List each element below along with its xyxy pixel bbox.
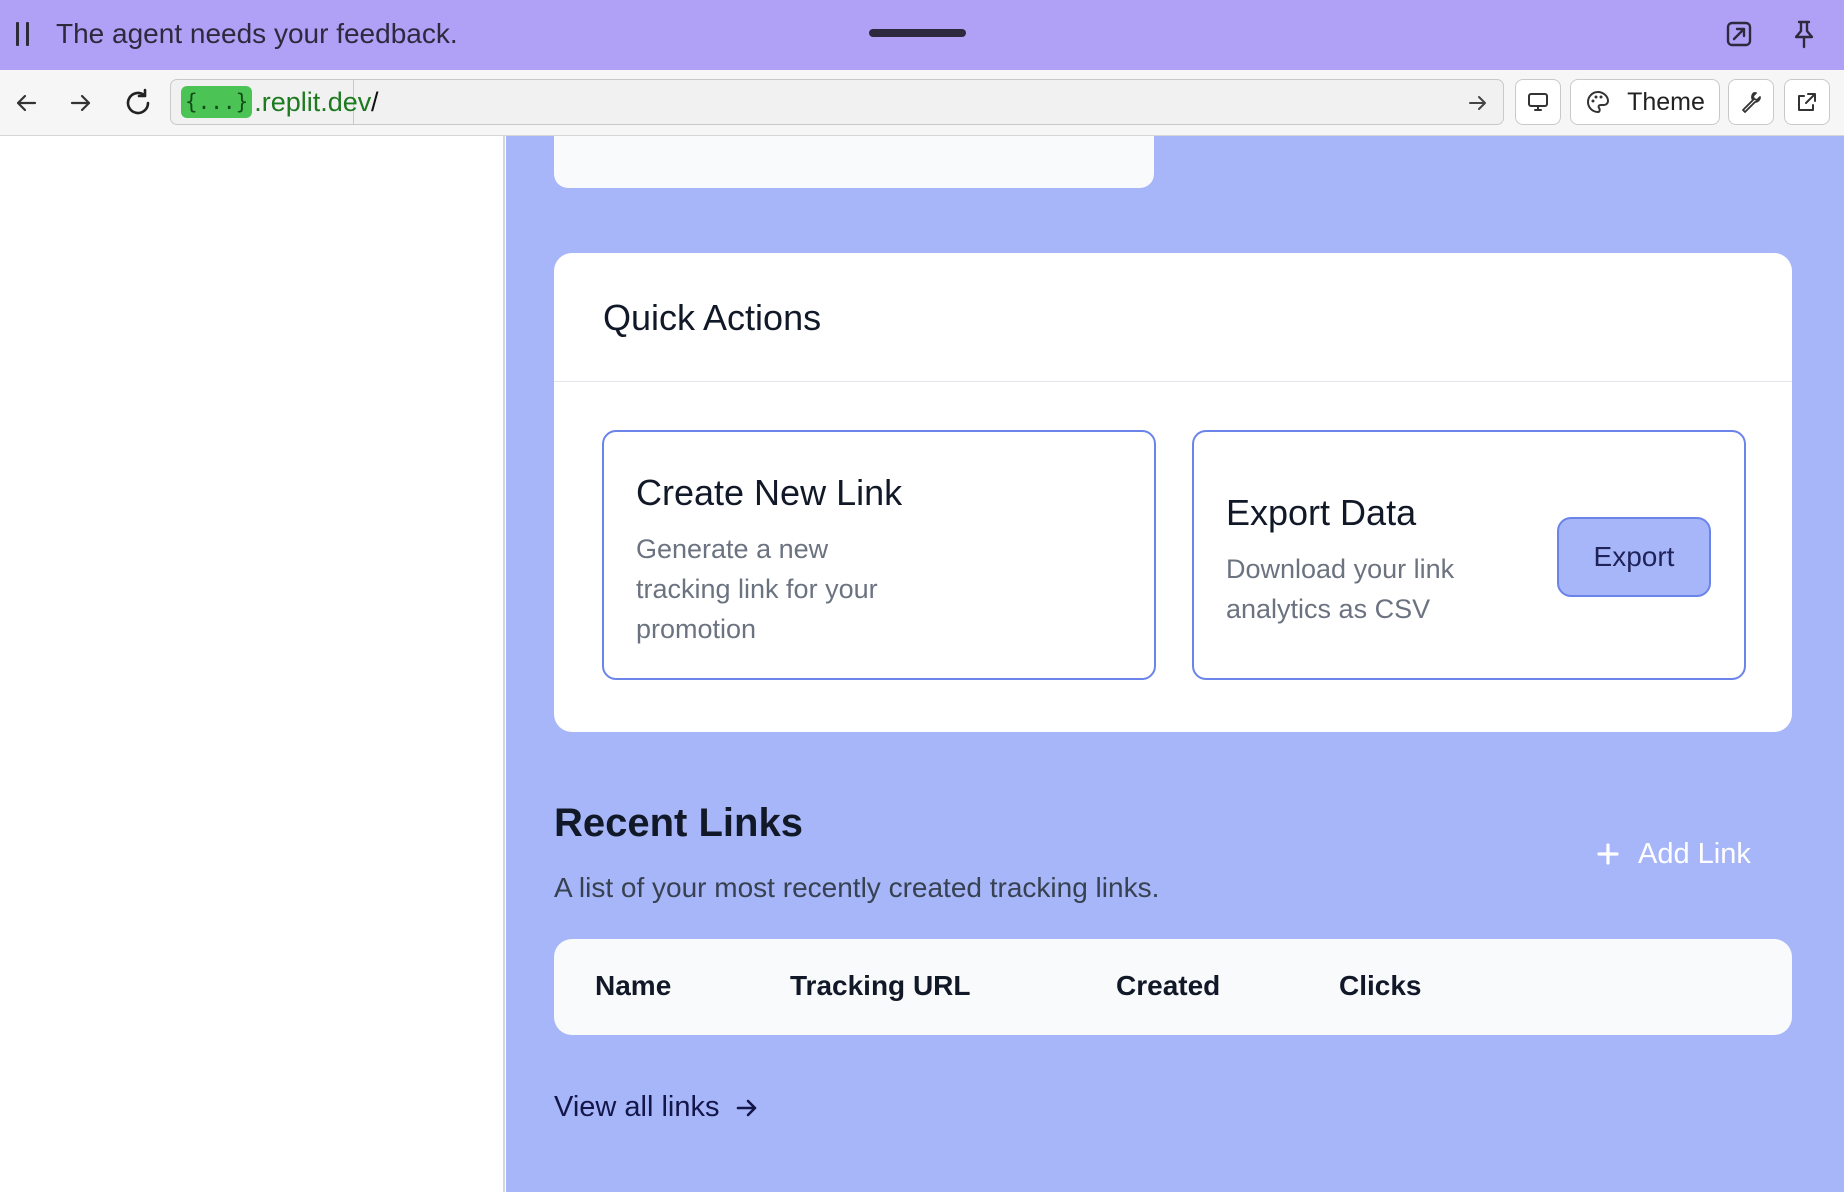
recent-links-table: Name Tracking URL Created Clicks <box>554 939 1792 1035</box>
back-icon[interactable] <box>7 84 45 122</box>
left-panel <box>0 136 505 1192</box>
column-header-clicks: Clicks <box>1339 970 1422 1001</box>
column-header-name: Name <box>595 970 672 1001</box>
add-link-label: Add Link <box>1638 837 1751 870</box>
create-link-description-line: tracking link for your <box>636 574 878 604</box>
view-all-links-link[interactable]: View all links <box>554 1091 761 1124</box>
view-all-links-label: View all links <box>554 1091 720 1123</box>
arrow-right-icon <box>737 1099 757 1116</box>
url-path-input[interactable]: / <box>371 87 379 118</box>
recent-links-title: Recent Links <box>554 801 803 845</box>
export-data-card: Export Data Download your link analytics… <box>1192 430 1746 680</box>
create-link-description-line: promotion <box>636 614 757 644</box>
palette-icon <box>1587 90 1610 114</box>
url-domain: .replit.dev <box>254 86 372 117</box>
divider <box>554 381 1792 382</box>
export-button[interactable]: Export <box>1557 517 1711 597</box>
url-host: {...} .replit.dev <box>171 80 371 124</box>
add-link-button[interactable]: Add Link <box>1594 834 1751 874</box>
forward-icon[interactable] <box>62 84 100 122</box>
app-main: Quick Actions Create New Link Generate a… <box>506 136 1844 1192</box>
device-preview-button[interactable] <box>1515 79 1561 125</box>
quick-actions-card: Quick Actions Create New Link Generate a… <box>554 253 1792 732</box>
create-link-description-line: Generate a new <box>636 534 829 564</box>
export-data-title: Export Data <box>1226 492 1417 533</box>
export-data-description-line: analytics as CSV <box>1226 594 1431 624</box>
create-new-link-card[interactable]: Create New Link Generate a new tracking … <box>602 430 1156 680</box>
banner-message: The agent needs your feedback. <box>56 18 458 49</box>
plus-icon <box>1597 843 1619 865</box>
reload-icon[interactable] <box>119 84 157 122</box>
open-new-tab-button[interactable] <box>1784 79 1830 125</box>
recent-links-description: A list of your most recently created tra… <box>554 872 1160 903</box>
go-arrow-icon[interactable] <box>1465 90 1491 116</box>
quick-actions-title: Quick Actions <box>603 297 822 338</box>
column-header-created: Created <box>1116 970 1221 1001</box>
export-data-description-line: Download your link <box>1226 554 1455 584</box>
browser-toolbar: {...} .replit.dev / Theme <box>0 70 1844 136</box>
stats-card-bottom <box>554 136 1154 188</box>
theme-label: Theme <box>1627 87 1705 116</box>
monitor-icon <box>1528 93 1548 111</box>
agent-feedback-banner: The agent needs your feedback. <box>0 0 1844 70</box>
column-header-tracking-url: Tracking URL <box>790 970 971 1001</box>
theme-button[interactable]: Theme <box>1570 79 1720 125</box>
wrench-icon <box>1742 92 1761 113</box>
external-link-icon <box>1798 93 1816 111</box>
expand-icon[interactable] <box>1722 17 1756 51</box>
create-link-title: Create New Link <box>636 472 903 513</box>
url-badge: {...} <box>181 86 253 118</box>
url-bar[interactable]: {...} .replit.dev / <box>170 79 1504 125</box>
drag-handle[interactable] <box>869 29 966 37</box>
pause-icon[interactable] <box>16 22 32 46</box>
devtools-button[interactable] <box>1728 79 1774 125</box>
pin-icon[interactable] <box>1787 17 1821 51</box>
